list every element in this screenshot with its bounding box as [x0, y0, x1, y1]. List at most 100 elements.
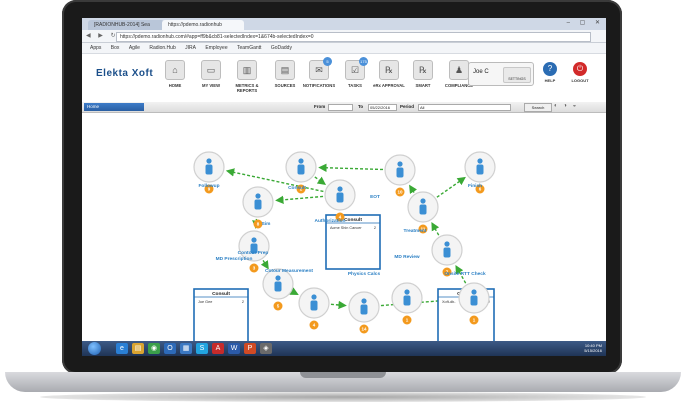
person-icon: [310, 300, 318, 311]
folder-icon: ▤: [275, 60, 295, 80]
help-button[interactable]: ? HELP: [538, 62, 562, 83]
nav-item-tasks[interactable]: ☑ 175 TASKS: [338, 57, 372, 88]
nav-label: SOURCES: [274, 83, 296, 88]
url-field[interactable]: https://pdemo.radionhub.com/#app=ff9b&cb…: [116, 32, 591, 42]
ie-icon[interactable]: e: [116, 343, 128, 354]
workflow-node-eot[interactable]: 10 EOT: [370, 154, 416, 200]
user-box[interactable]: Joe C SETTINGS: [468, 62, 534, 86]
workflow-arrow: [275, 195, 324, 205]
nav-item-smart[interactable]: ℞ SMART: [406, 60, 440, 88]
compliance-icon: ♟: [449, 60, 469, 80]
workflow-node-onsite-rtt-check[interactable]: 7Onsite RTT Check: [431, 234, 486, 277]
nav-label: METRICS & REPORTS: [235, 83, 259, 93]
power-icon: ⏻: [573, 62, 587, 76]
bookmark[interactable]: GoDaddy: [271, 43, 292, 53]
node-label: Finish: [468, 183, 482, 189]
clock-date: 5/15/2016: [584, 348, 602, 353]
browser-tab[interactable]: [RADIONHUB-2014] Sea: [88, 20, 164, 30]
nav-item-erx-approval[interactable]: ℞ eRx APPROVAL: [372, 60, 406, 88]
workflow-node-finish[interactable]: 6Finish: [464, 151, 496, 194]
os-taskbar: e ▤ ◉ O ▦ S A W P ◈ 10:40 PM 5/15/2016: [82, 341, 606, 356]
popup-row-label: Xoft-db-: [442, 300, 456, 304]
acrobat-icon[interactable]: A: [212, 343, 224, 354]
workflow-arrow: [289, 287, 299, 295]
person-icon: [420, 198, 426, 204]
period-label: Period: [400, 104, 415, 109]
toolbar-tools-icon[interactable]: ◐ ◑ ◒: [554, 103, 578, 109]
person-icon: [476, 164, 484, 175]
person-icon: [477, 158, 483, 164]
bookmark[interactable]: Box: [111, 43, 120, 53]
tasks-icon: ☑ 175: [345, 57, 368, 80]
workflow-node-followup[interactable]: 9Followup: [193, 151, 225, 194]
person-icon: [443, 247, 451, 258]
workflow-node-md-review[interactable]: 1MD Review: [391, 254, 423, 325]
bookmark[interactable]: Radion.Hub: [149, 43, 175, 53]
nav-item-home[interactable]: ⌂ HOME: [158, 60, 192, 88]
bookmark[interactable]: Employee: [205, 43, 227, 53]
node-label: MD Review: [394, 254, 420, 260]
filter-toolbar: Home From To 05/22/2016 Period All Searc…: [82, 102, 606, 113]
nav-label: eRx APPROVAL: [373, 83, 405, 88]
period-select[interactable]: All: [418, 104, 511, 111]
explorer-icon[interactable]: ▤: [132, 343, 144, 354]
nav-item-sources[interactable]: ▤ SOURCES: [268, 60, 302, 88]
screen: [RADIONHUB-2014] Sea https://pdemo.radio…: [82, 18, 606, 356]
consult-popup[interactable]: ConsultJoe Gee 2: [193, 288, 249, 346]
help-label: HELP: [544, 78, 556, 83]
from-label: From: [314, 104, 326, 109]
nav-label: NOTIFICATIONS: [302, 83, 336, 88]
powerpoint-icon[interactable]: P: [244, 343, 256, 354]
popup-row-count: 2: [242, 300, 244, 304]
bookmarks-bar: Apps Box Agile Radion.Hub JIRA Employee …: [82, 43, 606, 54]
laptop-shadow: [40, 392, 646, 402]
person-icon: [470, 295, 478, 306]
person-icon: [403, 295, 411, 306]
media-icon[interactable]: ◈: [260, 343, 272, 354]
to-date-input[interactable]: 05/22/2016: [368, 104, 397, 111]
nav-item-notifications[interactable]: ✉ 5 NOTIFICATIONS: [302, 57, 336, 88]
workflow-node-sim[interactable]: 8 Sim: [242, 186, 274, 229]
workflow-arrow: [318, 163, 384, 172]
bookmark[interactable]: TeamGantt: [237, 43, 261, 53]
node-label: Authorization: [315, 218, 346, 224]
count-badge: 175: [359, 57, 368, 66]
word-icon[interactable]: W: [228, 343, 240, 354]
start-button[interactable]: [88, 342, 101, 355]
browser-tab-strip: [RADIONHUB-2014] Sea https://pdemo.radio…: [82, 18, 606, 30]
workflow-node-consult[interactable]: 2Consult: [285, 151, 317, 194]
settings-button[interactable]: SETTINGS: [503, 67, 531, 83]
from-date-input[interactable]: [328, 104, 353, 111]
window-controls[interactable]: – ▢ ✕: [567, 19, 604, 26]
outlook-icon[interactable]: O: [164, 343, 176, 354]
workflow-node-physics-calcs[interactable]: 14 Physics Calcs: [348, 271, 381, 334]
address-bar: ◀ ▶ ↻ https://pdemo.radionhub.com/#app=f…: [82, 30, 606, 43]
home-icon: ⌂: [165, 60, 185, 80]
nav-item-my-view[interactable]: ▭ MY VIEW: [194, 60, 228, 88]
workflow-node-treatment[interactable]: 11Treatment: [404, 191, 439, 234]
person-icon: [361, 298, 367, 304]
chrome-icon[interactable]: ◉: [148, 343, 160, 354]
breadcrumb[interactable]: Home: [84, 103, 144, 111]
bookmark[interactable]: Apps: [90, 43, 101, 53]
logout-button[interactable]: ⏻ LOGOUT: [566, 62, 594, 83]
nav-item-metrics-reports[interactable]: ▥ METRICS & REPORTS: [230, 60, 264, 93]
person-icon: [254, 199, 262, 210]
calendar-icon[interactable]: ▦: [180, 343, 192, 354]
browser-tab-active[interactable]: https://pdemo.radionhub: [162, 20, 244, 30]
question-icon: ?: [543, 62, 557, 76]
node-label: EOT: [370, 194, 380, 200]
bookmark[interactable]: JIRA: [185, 43, 196, 53]
system-clock[interactable]: 10:40 PM 5/15/2016: [584, 343, 602, 353]
skype-icon[interactable]: S: [196, 343, 208, 354]
search-button[interactable]: Search: [524, 103, 552, 112]
to-label: To: [358, 104, 364, 109]
person-icon: [337, 186, 343, 192]
person-icon: [251, 237, 257, 243]
monitor-icon: ▭: [201, 60, 221, 80]
nav-arrows-icon[interactable]: ◀ ▶ ↻: [86, 32, 119, 39]
bookmark[interactable]: Agile: [129, 43, 140, 53]
user-name: Joe C: [473, 69, 489, 75]
rx-icon: ℞: [379, 60, 399, 80]
person-icon: [396, 167, 404, 178]
